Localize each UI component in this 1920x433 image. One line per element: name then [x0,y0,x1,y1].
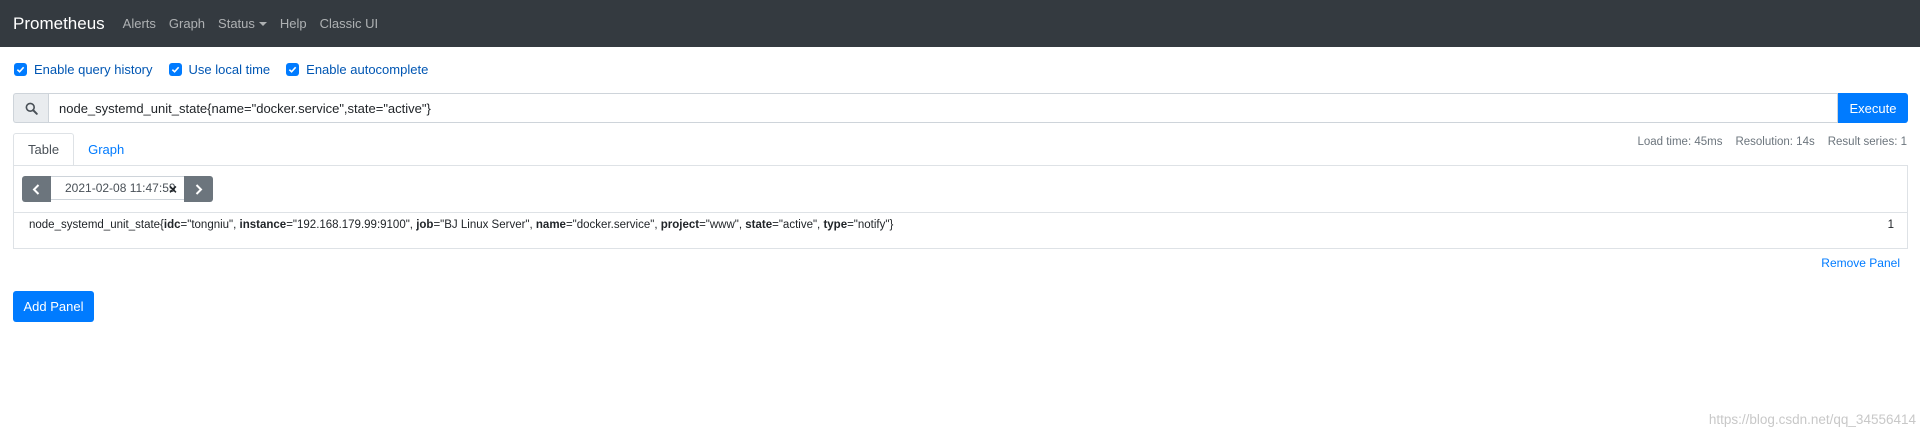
label-key: instance [239,219,287,231]
option-query-history[interactable]: Enable query history [14,62,153,77]
caret-down-icon [258,21,267,26]
query-row: node_systemd_unit_state{name="docker.ser… [13,93,1908,123]
metric-name: node_systemd_unit_state{ [29,219,164,231]
chevron-right-icon [195,183,203,195]
label-value: ="notify" [847,219,890,231]
label-value: ="docker.service", [565,219,661,231]
nav-status-dropdown[interactable]: Status [218,16,267,31]
series-value: 1 [1887,219,1894,231]
checkbox-checked-icon[interactable] [168,63,182,76]
search-icon [13,93,48,123]
series-labels: node_systemd_unit_state{idc="tongniu", i… [29,219,893,231]
label-value: ="tongniu", [180,219,240,231]
eval-time-value: 2021-02-08 11:47:59 [65,181,176,195]
option-local-time[interactable]: Use local time [168,62,271,77]
label-key: idc [163,219,181,231]
chevron-left-icon [32,183,40,195]
query-options: Enable query history Use local time Enab… [14,62,444,77]
label-key: state [745,219,773,231]
option-autocomplete[interactable]: Enable autocomplete [286,62,428,77]
nav-graph[interactable]: Graph [169,16,205,31]
time-forward-button[interactable] [184,176,213,202]
label-key: job [416,219,434,231]
eval-time-input[interactable]: 2021-02-08 11:47:59 × [51,176,184,200]
result-series: Result series: 1 [1827,136,1907,148]
watermark-text: https://blog.csdn.net/qq_34556414 [1708,412,1916,427]
label-key: type [823,219,848,231]
label-key: name [535,219,566,231]
label-value: ="active", [772,219,824,231]
option-query-history-label: Enable query history [34,62,153,77]
option-local-time-label: Use local time [188,62,271,77]
nav-alerts[interactable]: Alerts [123,16,156,31]
option-autocomplete-label: Enable autocomplete [306,62,429,77]
panel-tabs: Table Graph [13,133,138,166]
checkbox-checked-icon[interactable] [14,63,27,76]
resolution: Resolution: 14s [1735,136,1815,148]
expression-input[interactable]: node_systemd_unit_state{name="docker.ser… [48,93,1838,123]
checkbox-checked-icon[interactable] [286,63,300,76]
time-back-button[interactable] [22,176,51,202]
query-stats: Load time: 45ms Resolution: 14s Result s… [1624,136,1907,148]
load-time: Load time: 45ms [1637,136,1723,148]
tab-graph[interactable]: Graph [74,133,138,165]
label-key: project [660,219,700,231]
nav-status-label: Status [218,16,255,31]
metric-close: } [889,219,894,231]
tab-table[interactable]: Table [13,133,75,166]
remove-panel-link[interactable]: Remove Panel [1821,256,1900,270]
time-picker: 2021-02-08 11:47:59 × [22,176,213,202]
clear-time-icon[interactable]: × [169,181,177,197]
execute-button[interactable]: Execute [1838,93,1908,123]
table-divider [14,212,1907,213]
table-panel: 2021-02-08 11:47:59 × node_systemd_unit_… [13,165,1908,249]
brand-logo-text[interactable]: Prometheus [13,14,105,34]
add-panel-button[interactable]: Add Panel [13,291,94,322]
navbar: Prometheus Alerts Graph Status Help Clas… [0,0,1920,47]
label-value: ="BJ Linux Server", [433,219,536,231]
label-value: ="www", [699,219,746,231]
label-value: ="192.168.179.99:9100", [286,219,417,231]
nav-classic-ui[interactable]: Classic UI [320,16,379,31]
nav-help[interactable]: Help [280,16,307,31]
table-row: node_systemd_unit_state{idc="tongniu", i… [29,219,1894,231]
